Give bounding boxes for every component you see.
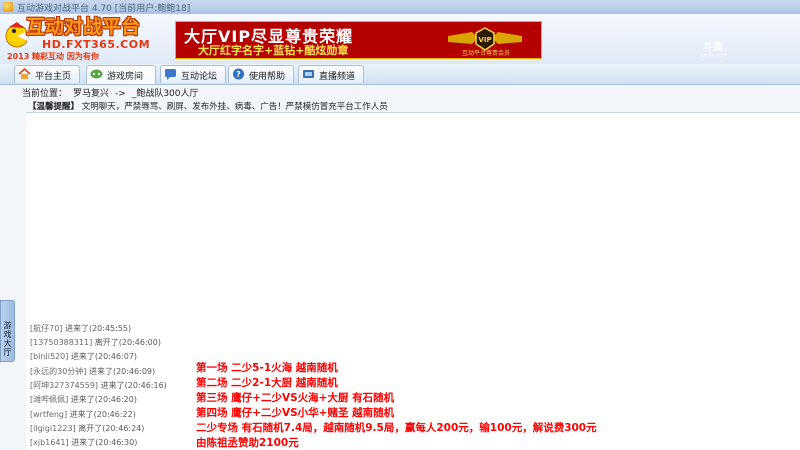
tab-help[interactable]: ? 使用帮助: [228, 65, 294, 83]
log-time: (20:46:22): [93, 410, 136, 419]
svg-text:VIP: VIP: [478, 36, 491, 44]
room-content-area[interactable]: [26, 112, 800, 327]
watermark-brand: 斗鱼: [703, 42, 723, 53]
header: 互动对战平台 HD.FXT365.COM 2013 精彩互动 因为有你 大厅VI…: [0, 14, 800, 64]
logo-url: HD.FXT365.COM: [42, 38, 151, 51]
forum-icon: [165, 69, 176, 80]
log-action: 进来了: [100, 381, 125, 390]
chat-log[interactable]: [航仔70] 进来了(20:45:55) [13750388311] 离开了(2…: [26, 323, 800, 450]
breadcrumb-item[interactable]: _鲍战队300人厅: [132, 89, 199, 99]
tab-forum-label: 互动论坛: [181, 72, 218, 82]
schedule-line: 第四场 鹰仔+二少VS小华+赌圣 越南随机: [196, 407, 395, 419]
side-tab-game-hall[interactable]: 游戏大厅: [0, 300, 15, 362]
tab-help-label: 使用帮助: [249, 72, 286, 82]
tab-home-label: 平台主页: [35, 72, 72, 82]
log-time: (20:46:16): [124, 381, 167, 390]
tab-home[interactable]: 平台主页: [14, 65, 80, 83]
app-window: 互动游戏对战平台 4.70 [当前用户:鲍鲍18] 互动对战平台 HD.FXT3…: [0, 0, 800, 450]
help-icon: ?: [233, 68, 244, 80]
log-line: [xjb1641] 进来了(20:46:30): [30, 437, 137, 448]
side-tab-label: 游戏大厅: [3, 321, 12, 357]
home-icon: [18, 68, 31, 79]
log-user: [13750388311]: [30, 338, 93, 347]
breadcrumb: 当前位置： 罗马复兴 -> _鲍战队300人厅: [22, 86, 205, 99]
notice-bar: 【温馨提醒】 文明聊天，严禁辱骂、刷屏、发布外挂、病毒、广告！严禁模仿冒充平台工…: [28, 100, 800, 112]
log-action: 进来了: [88, 367, 113, 376]
schedule-line: 第二场 二少2-1大厨 越南随机: [196, 377, 338, 389]
notice-text: 文明聊天，严禁辱骂、刷屏、发布外挂、病毒、广告！严禁模仿冒充平台工作人员: [81, 102, 388, 112]
stream-watermark: 斗鱼 douyu.com: [698, 42, 728, 62]
window-title: 互动游戏对战平台 4.70 [当前用户:鲍鲍18]: [17, 4, 191, 14]
tab-forum[interactable]: 互动论坛: [160, 65, 226, 83]
tab-live-channel-label: 直播频道: [319, 72, 356, 82]
logo-slogan: 2013 精彩互动 因为有你: [7, 52, 99, 61]
log-user: [滩哔佩佩]: [30, 395, 69, 404]
log-user: [阿坤327374559]: [30, 381, 99, 390]
log-action: 进来了: [70, 352, 95, 361]
title-bar: 互动游戏对战平台 4.70 [当前用户:鲍鲍18]: [0, 0, 800, 14]
vip-banner[interactable]: 大厅VIP尽显尊贵荣耀 大厅红字名字+蓝钻+酷炫勋章 VIP 互动平台尊贵会员: [175, 21, 542, 59]
watermark-url: douyu.com: [699, 53, 727, 59]
platform-logo[interactable]: 互动对战平台 HD.FXT365.COM 2013 精彩互动 因为有你: [4, 16, 172, 62]
log-time: (20:46:20): [94, 395, 137, 404]
breadcrumb-item[interactable]: 罗马复兴: [73, 89, 109, 99]
live-channel-icon: [303, 70, 314, 78]
tab-live-channel[interactable]: 直播频道: [298, 65, 364, 83]
log-time: (20:46:24): [102, 424, 145, 433]
schedule-line: 第三场 鹰仔+二少VS火海+大厨 有石随机: [196, 392, 395, 404]
log-time: (20:46:00): [118, 338, 161, 347]
log-time: (20:46:07): [94, 352, 138, 361]
log-action: 进来了: [64, 324, 89, 333]
logo-main-text: 互动对战平台: [26, 16, 141, 38]
schedule-line: 由陈祖丞赞助2100元: [196, 437, 299, 449]
game-room-icon: [90, 69, 103, 79]
log-action: 离开了: [94, 338, 119, 347]
log-line: [永远的30分钟] 进来了(20:46:09): [30, 366, 155, 377]
log-action: 进来了: [69, 410, 94, 419]
vip-banner-subline: 大厅红字名字+蓝钻+酷炫勋章: [198, 44, 349, 57]
log-line: [阿坤327374559] 进来了(20:46:16): [30, 380, 167, 391]
log-user: [航仔70]: [30, 324, 63, 333]
log-action: 离开了: [78, 424, 103, 433]
log-time: (20:46:09): [112, 367, 156, 376]
log-user: [xjb1641]: [30, 438, 69, 447]
tab-game-room-label: 游戏房间: [107, 72, 144, 82]
nav-tabs: 平台主页 游戏房间 互动论坛 ? 使用帮助 直播频道: [0, 64, 800, 85]
log-time: (20:46:30): [95, 438, 138, 447]
log-line: [binli520] 进来了(20:46:07): [30, 351, 137, 362]
log-time: (20:45:55): [88, 324, 132, 333]
log-line: [航仔70] 进来了(20:45:55): [30, 323, 131, 334]
log-line: [13750388311] 离开了(20:46:00): [30, 337, 161, 348]
log-action: 进来了: [70, 395, 95, 404]
svg-text:?: ?: [236, 70, 241, 79]
tab-game-room[interactable]: 游戏房间: [86, 65, 156, 84]
schedule-line: 二少专场 有石随机7.4局，越南随机9.5局，赢每人200元，输100元，解说费…: [196, 422, 597, 434]
breadcrumb-prefix: 当前位置：: [22, 89, 68, 99]
log-line: [滩哔佩佩] 进来了(20:46:20): [30, 394, 137, 405]
log-user: [wrtfeng]: [30, 410, 68, 419]
app-icon: [3, 2, 13, 12]
log-user: [binli520]: [30, 352, 69, 361]
log-line: [wrtfeng] 进来了(20:46:22): [30, 409, 136, 420]
log-user: [永远的30分钟]: [30, 367, 87, 376]
log-user: [ilgigi1223]: [30, 424, 76, 433]
notice-label: 【温馨提醒】: [28, 102, 80, 112]
log-action: 进来了: [71, 438, 96, 447]
schedule-line: 第一场 二少5-1火海 越南随机: [196, 362, 338, 374]
breadcrumb-separator: ->: [115, 89, 126, 99]
log-line: [ilgigi1223] 离开了(20:46:24): [30, 423, 144, 434]
vip-badge-caption: 互动平台尊贵会员: [461, 50, 510, 57]
